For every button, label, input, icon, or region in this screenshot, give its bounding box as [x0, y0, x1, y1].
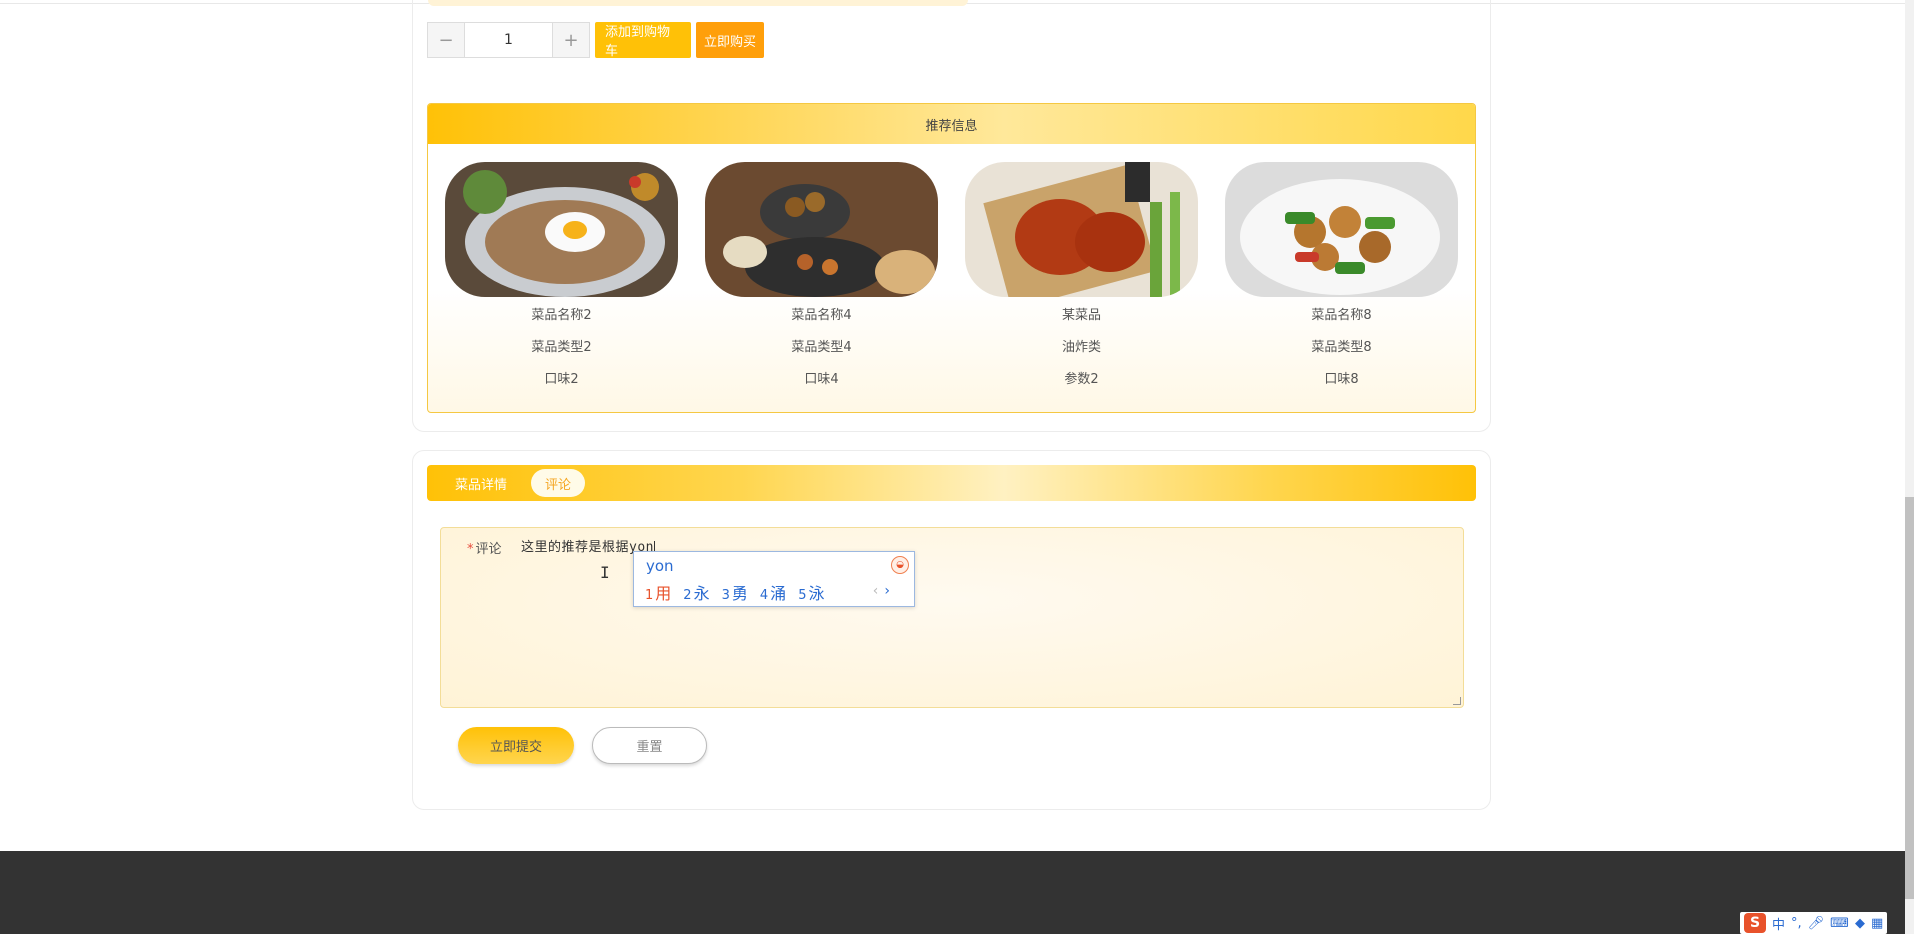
purchase-row: − + 添加到购物车 立即购买	[427, 22, 764, 59]
ime-candidate-popup: yon ◒ 1用 2永 3勇 4涌 5泳 ‹ ›	[633, 551, 915, 607]
skin-icon[interactable]: ◆	[1855, 916, 1865, 931]
dish-taste: 口味4	[804, 372, 839, 387]
quantity-input[interactable]	[464, 23, 553, 57]
tab-bar: 菜品详情 评论	[427, 465, 1476, 501]
ime-candidate[interactable]: 1用	[645, 580, 671, 604]
recommend-item[interactable]: 某菜品 油炸类 参数2	[965, 162, 1198, 391]
dish-image[interactable]	[705, 162, 938, 297]
tab-comments[interactable]: 评论	[531, 469, 586, 497]
footer	[0, 851, 1905, 934]
ime-composition: yon	[646, 557, 674, 575]
recommend-item[interactable]: 菜品名称2 菜品类型2 口味2	[445, 162, 678, 391]
dish-taste: 参数2	[1064, 372, 1099, 387]
scrollbar-thumb[interactable]	[1905, 497, 1914, 899]
dish-type: 菜品类型4	[791, 340, 852, 355]
ime-candidate[interactable]: 2永	[683, 580, 709, 604]
comment-label: * 评论	[467, 538, 502, 557]
grid-menu-icon[interactable]: ▦	[1871, 916, 1883, 931]
recommend-item[interactable]: 菜品名称8 菜品类型8 口味8	[1225, 162, 1458, 391]
reset-button[interactable]: 重置	[592, 727, 707, 764]
required-mark: *	[467, 542, 474, 557]
ime-lang-toggle[interactable]: 中	[1772, 914, 1785, 933]
product-info-strip	[428, 0, 968, 6]
recommend-title: 推荐信息	[428, 104, 1475, 144]
submit-button[interactable]: 立即提交	[458, 727, 574, 764]
ime-candidate[interactable]: 3勇	[722, 580, 748, 604]
dish-taste: 口味2	[544, 372, 579, 387]
increase-button[interactable]: +	[553, 23, 589, 57]
comment-field[interactable]: * 评论 这里的推荐是根据yon	[440, 527, 1464, 708]
dish-image[interactable]	[1225, 162, 1458, 297]
comment-label-text: 评论	[475, 542, 502, 557]
dish-name: 某菜品	[1061, 308, 1101, 323]
buy-now-button[interactable]: 立即购买	[696, 22, 764, 58]
dish-taste: 口味8	[1324, 372, 1359, 387]
decrease-button[interactable]: −	[428, 23, 464, 57]
sogou-logo-icon[interactable]: S	[1744, 913, 1766, 933]
recommend-item[interactable]: 菜品名称4 菜品类型4 口味4	[705, 162, 938, 391]
ime-candidate[interactable]: 4涌	[760, 580, 786, 604]
ime-prev-icon[interactable]: ‹	[873, 583, 879, 599]
ime-next-icon[interactable]: ›	[884, 583, 890, 599]
microphone-icon[interactable]: 🎤︎	[1808, 916, 1825, 931]
page: − + 添加到购物车 立即购买 推荐信息	[0, 0, 1914, 934]
dish-image[interactable]	[445, 162, 678, 297]
tab-details[interactable]: 菜品详情	[445, 469, 517, 497]
text-cursor-icon: I	[600, 563, 610, 582]
dish-name: 菜品名称2	[531, 308, 592, 323]
recommend-panel: 推荐信息 菜品名称2 菜品类型2 口味2 菜品名称4 菜品类型4 口味4 某菜品…	[427, 103, 1476, 413]
resize-handle[interactable]	[1453, 697, 1461, 705]
ime-page-nav: ‹ ›	[873, 583, 890, 599]
add-to-cart-button[interactable]: 添加到购物车	[595, 22, 691, 59]
recommend-list: 菜品名称2 菜品类型2 口味2 菜品名称4 菜品类型4 口味4 某菜品 油炸类 …	[428, 162, 1475, 391]
ime-candidate[interactable]: 5泳	[798, 580, 824, 604]
ime-toolbar: S 中 °, 🎤︎ ⌨︎ ◆ ▦	[1740, 912, 1888, 934]
dish-name: 菜品名称4	[791, 308, 852, 323]
dish-type: 菜品类型8	[1311, 340, 1372, 355]
quantity-stepper: − +	[427, 22, 590, 58]
dish-type: 菜品类型2	[531, 340, 592, 355]
dish-type: 油炸类	[1061, 340, 1101, 355]
ime-skin-icon[interactable]: ◒	[891, 556, 909, 574]
dish-name: 菜品名称8	[1311, 308, 1372, 323]
keyboard-icon[interactable]: ⌨︎	[1830, 916, 1849, 931]
dish-image[interactable]	[965, 162, 1198, 297]
ime-punct-toggle[interactable]: °,	[1791, 916, 1802, 931]
ime-candidate-list: 1用 2永 3勇 4涌 5泳	[645, 580, 824, 604]
